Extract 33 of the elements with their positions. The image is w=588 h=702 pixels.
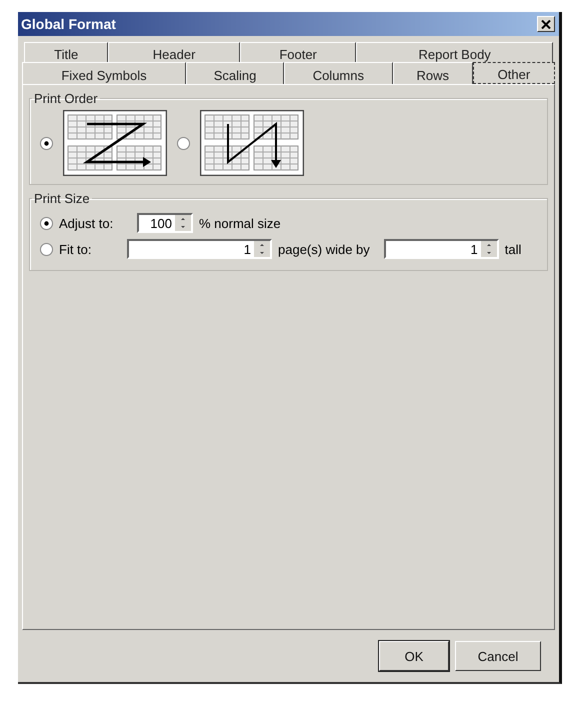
window-title: Global Format — [21, 16, 116, 32]
group-title: Print Size — [33, 191, 91, 206]
spin-field[interactable]: 1 — [384, 239, 499, 259]
radio-button[interactable] — [40, 216, 53, 230]
spin-arrows-icon[interactable] — [480, 241, 497, 257]
spin-field[interactable]: 100 — [137, 213, 193, 233]
tab[interactable]: Rows — [392, 62, 473, 84]
tab[interactable]: Header — [108, 42, 240, 62]
tab[interactable]: Footer — [240, 42, 356, 62]
field-suffix: % normal size — [199, 216, 281, 230]
radio-button[interactable] — [40, 242, 53, 256]
close-button[interactable] — [537, 16, 555, 32]
radio-button[interactable] — [40, 136, 53, 150]
tab[interactable]: Fixed Symbols — [22, 62, 186, 84]
field-suffix: tall — [504, 242, 522, 256]
spin-arrows-icon[interactable] — [175, 215, 191, 231]
tab[interactable]: Report Body — [356, 42, 553, 62]
tab[interactable]: Title — [24, 42, 108, 62]
dialog-button[interactable]: OK — [379, 641, 449, 671]
option-label: Adjust to: — [59, 216, 114, 230]
tab[interactable]: Scaling — [186, 62, 284, 84]
spin-arrows-icon[interactable] — [254, 241, 270, 257]
radio-button[interactable] — [177, 136, 190, 150]
tab[interactable]: Columns — [284, 62, 393, 84]
tab[interactable]: Other — [472, 62, 556, 84]
option-label: Fit to: — [59, 242, 93, 256]
down-order-icon — [200, 110, 304, 176]
field-suffix: page(s) wide by — [278, 242, 370, 256]
across-order-icon — [63, 110, 167, 176]
close-icon — [541, 20, 551, 28]
dialog-button[interactable]: Cancel — [455, 641, 541, 671]
group-title: Print Order — [33, 91, 99, 106]
spin-field[interactable]: 1 — [127, 239, 272, 259]
